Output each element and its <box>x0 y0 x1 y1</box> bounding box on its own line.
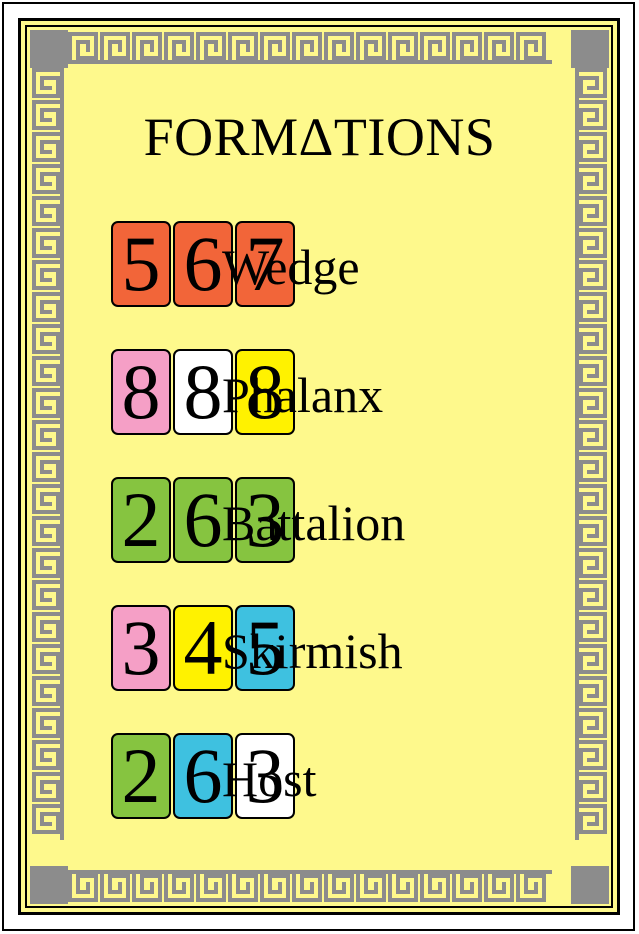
number-tile: 8 <box>111 349 171 435</box>
formations-card: FORMΔTIONS 5 6 7 Wedge 8 8 8 Phalanx 2 6… <box>0 0 639 934</box>
formation-name-battalion: Battalion <box>222 495 406 551</box>
number-tile: 2 <box>111 477 171 563</box>
number-tile: 5 <box>111 221 171 307</box>
card-title: FORMΔTIONS <box>143 107 496 167</box>
formation-name-skirmish: Skirmish <box>222 623 403 679</box>
formation-name-host: Host <box>222 751 317 807</box>
number-tile: 2 <box>111 733 171 819</box>
formation-name-wedge: Wedge <box>222 239 360 295</box>
formation-name-phalanx: Phalanx <box>222 367 384 423</box>
number-tile: 3 <box>111 605 171 691</box>
